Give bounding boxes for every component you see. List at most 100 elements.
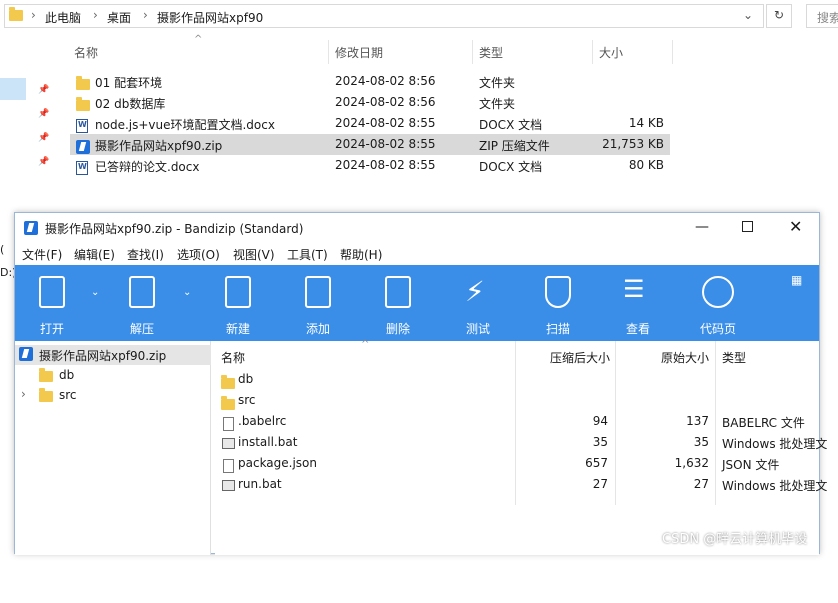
close-icon[interactable]: ✕ — [789, 217, 802, 236]
tree-item[interactable]: › src — [21, 386, 201, 406]
pin-icon[interactable]: 📌 — [38, 109, 49, 119]
add-label: 添加 — [305, 322, 330, 336]
address-bar[interactable]: › 此电脑 › 桌面 › 摄影作品网站xpf90 ⌄ — [4, 4, 764, 28]
menu-file[interactable]: 文件(F) — [22, 246, 62, 263]
breadcrumb-this-pc[interactable]: 此电脑 — [45, 9, 81, 26]
archive-row[interactable]: package.json 657 1,632 JSON 文件 — [215, 453, 819, 474]
extract-icon — [129, 276, 155, 308]
title-bar[interactable]: 摄影作品网站xpf90.zip - Bandizip (Standard) — … — [15, 213, 819, 243]
pin-icon[interactable]: 📌 — [38, 85, 49, 95]
delete-label: 删除 — [385, 322, 410, 336]
nav-selected-item[interactable] — [0, 78, 26, 100]
file-name: 摄影作品网站xpf90.zip — [95, 139, 223, 153]
menu-options[interactable]: 选项(O) — [177, 246, 220, 263]
chevron-right-icon: › — [143, 8, 148, 22]
maximize-icon[interactable] — [742, 221, 753, 232]
archive-row[interactable] — [215, 582, 819, 603]
entry-original: 137 — [686, 414, 709, 428]
archive-row[interactable]: .babelrc 94 137 BABELRC 文件 — [215, 411, 819, 432]
chevron-right-icon: › — [31, 8, 36, 22]
column-size[interactable]: 大小 — [599, 44, 623, 61]
chevron-down-icon[interactable]: ⌄ — [743, 8, 753, 22]
scan-label: 扫描 — [545, 322, 570, 336]
entry-type: Windows 批处理文 — [722, 479, 828, 493]
archive-row[interactable]: src — [215, 390, 819, 411]
entry-original: 27 — [693, 477, 709, 491]
codepage-button[interactable]: 代码页 — [685, 265, 751, 341]
add-button[interactable]: 添加 — [285, 265, 351, 341]
file-row-selected[interactable]: 摄影作品网站xpf90.zip 2024-08-02 8:55 ZIP 压缩文件… — [70, 134, 670, 155]
column-compressed[interactable]: 压缩后大小 — [550, 349, 610, 366]
file-row[interactable]: 01 配套环境 2024-08-02 8:56 文件夹 — [70, 71, 670, 92]
menu-edit[interactable]: 编辑(E) — [74, 246, 115, 263]
tree-root[interactable]: 摄影作品网站xpf90.zip — [15, 345, 211, 365]
scan-button[interactable]: 扫描 — [525, 265, 591, 341]
file-name: 02 db数据库 — [95, 97, 166, 111]
tree-root-label: 摄影作品网站xpf90.zip — [39, 349, 167, 363]
extract-button[interactable]: 解压 — [109, 265, 175, 341]
entry-type: BABELRC 文件 — [722, 416, 805, 430]
entry-compressed: 27 — [592, 477, 608, 491]
entry-compressed: 35 — [592, 435, 608, 449]
folder-tree: 摄影作品网站xpf90.zip db › src — [15, 341, 211, 555]
file-modified: 2024-08-02 8:55 — [335, 137, 436, 151]
minimize-icon[interactable]: — — [695, 219, 709, 235]
column-divider[interactable] — [592, 40, 593, 64]
menu-view[interactable]: 视图(V) — [233, 246, 275, 263]
breadcrumb-desktop[interactable]: 桌面 — [107, 9, 131, 26]
bandizip-window: 摄影作品网站xpf90.zip - Bandizip (Standard) — … — [14, 212, 827, 555]
file-modified: 2024-08-02 8:56 — [335, 95, 436, 109]
archive-row[interactable]: db — [215, 369, 819, 390]
pin-icon[interactable]: 📌 — [38, 133, 49, 143]
refresh-button[interactable]: ↻ — [766, 4, 792, 28]
tree-item-label: db — [59, 368, 75, 382]
file-row[interactable]: 02 db数据库 2024-08-02 8:56 文件夹 — [70, 92, 670, 113]
chevron-down-icon[interactable]: ⌄ — [91, 287, 99, 298]
column-modified[interactable]: 修改日期 — [335, 44, 383, 61]
column-name[interactable]: 名称 — [221, 349, 245, 366]
tree-item-label: src — [59, 388, 77, 402]
entry-original: 1,632 — [674, 456, 709, 470]
menu-tools[interactable]: 工具(T) — [287, 246, 328, 263]
explorer-column-header: ^ 名称 修改日期 类型 大小 — [62, 34, 682, 64]
delete-button[interactable]: 删除 — [365, 265, 431, 341]
new-archive-icon — [225, 276, 251, 308]
layout-grid-icon[interactable]: ▦ — [791, 273, 802, 287]
open-button[interactable]: 打开 — [19, 265, 85, 341]
entry-compressed: 657 — [585, 456, 608, 470]
archive-row[interactable]: install.bat 35 35 Windows 批处理文 — [215, 432, 827, 453]
chevron-down-icon[interactable]: ⌄ — [183, 287, 191, 298]
file-modified: 2024-08-02 8:55 — [335, 116, 436, 130]
column-divider[interactable] — [672, 40, 673, 64]
breadcrumb-current-folder[interactable]: 摄影作品网站xpf90 — [157, 9, 263, 26]
search-input[interactable]: 搜索 — [806, 4, 838, 28]
column-divider[interactable] — [472, 40, 473, 64]
file-row[interactable]: 已答辩的论文.docx 2024-08-02 8:55 DOCX 文档 80 K… — [70, 155, 670, 176]
chevron-right-icon[interactable]: › — [21, 387, 26, 401]
file-row[interactable]: node.js+vue环境配置文档.docx 2024-08-02 8:55 D… — [70, 113, 670, 134]
file-type: DOCX 文档 — [479, 160, 543, 174]
watermark: CSDN @畔云计算机毕设 — [662, 532, 808, 547]
tree-item[interactable]: db — [39, 366, 199, 386]
menu-bar: 文件(F) 编辑(E) 查找(I) 选项(O) 视图(V) 工具(T) 帮助(H… — [15, 243, 819, 265]
test-label: 测试 — [465, 322, 490, 336]
entry-name: run.bat — [238, 477, 282, 491]
new-button[interactable]: 新建 — [205, 265, 271, 341]
column-type[interactable]: 类型 — [479, 44, 503, 61]
column-divider[interactable] — [328, 40, 329, 64]
new-label: 新建 — [225, 322, 250, 336]
test-button[interactable]: ⚡ 测试 — [445, 265, 511, 341]
file-type: ZIP 压缩文件 — [479, 139, 550, 153]
open-label: 打开 — [39, 322, 64, 336]
column-type[interactable]: 类型 — [722, 349, 746, 366]
search-placeholder: 搜索 — [817, 11, 838, 25]
view-label: 查看 — [625, 322, 650, 336]
pin-icon[interactable]: 📌 — [38, 157, 49, 167]
column-original[interactable]: 原始大小 — [661, 349, 709, 366]
nav-fragment-a: ( — [0, 243, 5, 256]
view-button[interactable]: ☰ 查看 — [605, 265, 671, 341]
menu-find[interactable]: 查找(I) — [127, 246, 164, 263]
column-name[interactable]: 名称 — [74, 44, 98, 61]
menu-help[interactable]: 帮助(H) — [340, 246, 382, 263]
archive-row[interactable]: run.bat 27 27 Windows 批处理文 — [215, 474, 827, 495]
